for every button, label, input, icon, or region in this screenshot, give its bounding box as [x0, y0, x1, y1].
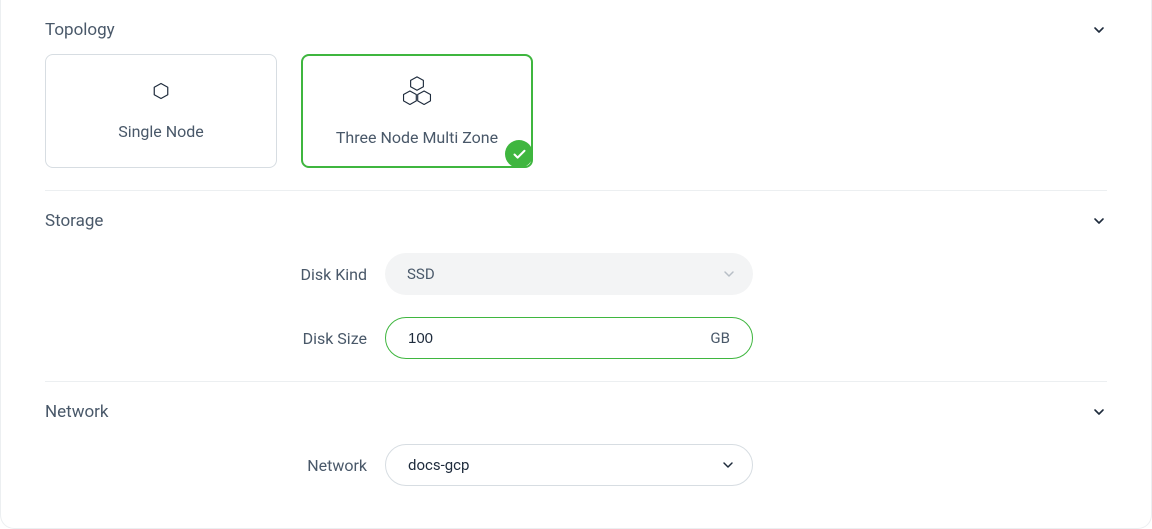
- disk-kind-row: Disk Kind SSD: [45, 253, 1107, 295]
- chevron-down-icon: [721, 266, 737, 282]
- network-select[interactable]: docs-gcp: [385, 444, 753, 486]
- chevron-down-icon: [1091, 404, 1107, 420]
- selected-check-icon: [505, 140, 533, 168]
- hexagon-icon: [152, 82, 170, 100]
- storage-title: Storage: [45, 211, 103, 231]
- topology-section: Topology Single Node: [45, 0, 1107, 191]
- disk-kind-label: Disk Kind: [45, 265, 385, 284]
- network-row: Network docs-gcp: [45, 444, 1107, 486]
- network-label: Network: [45, 456, 385, 475]
- storage-header[interactable]: Storage: [45, 211, 1107, 231]
- hexagon-cluster-icon: [400, 76, 434, 106]
- storage-section: Storage Disk Kind SSD Disk Size: [45, 191, 1107, 382]
- network-title: Network: [45, 402, 109, 422]
- network-value: docs-gcp: [408, 456, 469, 474]
- topology-options: Single Node Three Node Multi Zone: [45, 54, 1107, 168]
- disk-kind-value: SSD: [407, 265, 435, 283]
- disk-size-input[interactable]: [408, 330, 700, 347]
- topology-option-label: Single Node: [118, 122, 204, 141]
- disk-size-field: GB: [385, 317, 753, 359]
- network-section: Network Network docs-gcp: [45, 382, 1107, 486]
- topology-option-single-node[interactable]: Single Node: [45, 54, 277, 168]
- topology-option-label: Three Node Multi Zone: [336, 128, 498, 147]
- chevron-down-icon: [720, 457, 736, 473]
- disk-kind-select[interactable]: SSD: [385, 253, 753, 295]
- chevron-down-icon: [1091, 22, 1107, 38]
- topology-header[interactable]: Topology: [45, 20, 1107, 40]
- chevron-down-icon: [1091, 213, 1107, 229]
- disk-size-unit: GB: [700, 329, 730, 347]
- disk-size-label: Disk Size: [45, 329, 385, 348]
- config-card: Topology Single Node: [0, 0, 1152, 529]
- network-header[interactable]: Network: [45, 402, 1107, 422]
- topology-option-three-node-multi-zone[interactable]: Three Node Multi Zone: [301, 54, 533, 168]
- disk-size-row: Disk Size GB: [45, 317, 1107, 359]
- topology-title: Topology: [45, 20, 115, 40]
